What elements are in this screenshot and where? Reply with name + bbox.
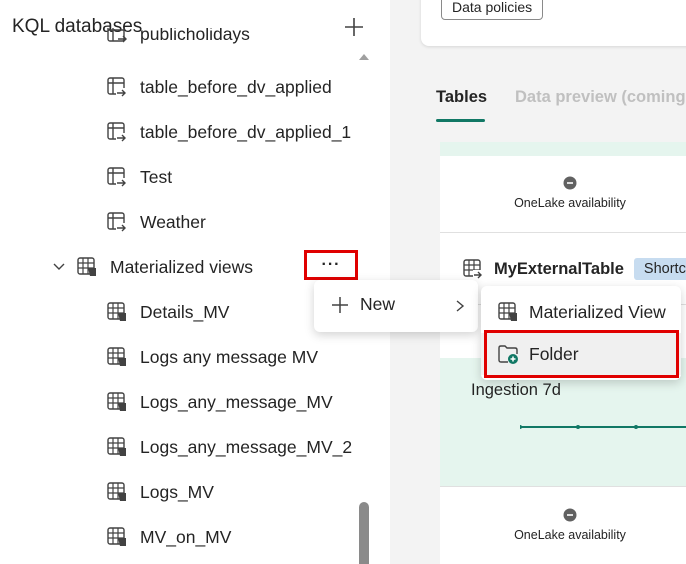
external-table-name: MyExternalTable xyxy=(494,259,624,278)
tree-item-view[interactable]: MV_on_MV xyxy=(106,517,231,557)
shortcut-table-icon xyxy=(107,122,127,142)
tab-data-preview[interactable]: Data preview (coming xyxy=(515,88,686,107)
new-submenu: Materialized View Folder xyxy=(481,286,681,380)
tree-item-table[interactable]: table_before_dv_applied xyxy=(106,67,332,107)
materialized-view-icon xyxy=(107,302,126,321)
shortcut-table-icon xyxy=(107,167,127,187)
tree-item-table[interactable]: Test xyxy=(106,157,172,197)
shortcut-table-icon xyxy=(107,77,127,97)
tree-item-label: table_before_dv_applied xyxy=(140,76,332,97)
tree-item-label: Materialized views xyxy=(110,256,253,277)
context-menu: New xyxy=(314,280,478,332)
menu-item-new-label: New xyxy=(360,294,396,314)
materialized-view-icon xyxy=(498,302,517,321)
shortcut-badge: Shortc xyxy=(633,258,686,280)
materialized-view-icon xyxy=(107,392,126,411)
ingestion-band-top xyxy=(440,142,686,156)
tree-item-label: MV_on_MV xyxy=(140,526,232,547)
menu-item-label: Materialized View xyxy=(529,301,666,322)
tree-item-label: Logs_any_message_MV xyxy=(140,391,333,412)
onelake-availability-label: OneLake availability xyxy=(514,528,626,542)
tree-item-label: Details_MV xyxy=(140,301,230,322)
chevron-down-icon[interactable] xyxy=(52,260,66,274)
menu-item-new[interactable]: New xyxy=(330,294,395,315)
tree-item-label: Logs any message MV xyxy=(140,346,319,367)
data-policies-button[interactable]: Data policies xyxy=(441,0,544,20)
materialized-view-icon xyxy=(77,257,96,276)
tree-item-view[interactable]: Logs_any_message_MV xyxy=(106,382,333,422)
shortcut-table-icon xyxy=(107,212,127,232)
tree-item-view[interactable]: Logs_any_message_MV_2 xyxy=(106,427,352,467)
menu-item-label: Folder xyxy=(529,343,579,364)
row-divider xyxy=(440,232,686,233)
more-options-button[interactable]: ··· xyxy=(304,250,358,280)
tab-tables[interactable]: Tables xyxy=(436,88,487,107)
tree-item-label: Weather xyxy=(140,211,206,232)
scroll-thumb[interactable] xyxy=(359,502,369,564)
tree-view: publicholidays table_before_dv_applied t… xyxy=(0,28,356,564)
tree-item-label: publicholidays xyxy=(140,28,250,44)
menu-item-materialized-view[interactable]: Materialized View xyxy=(481,291,681,333)
tree-item-view[interactable]: Details_MV xyxy=(106,292,229,332)
active-tab-indicator xyxy=(436,119,485,122)
tree-item-label: Logs_any_message_MV_2 xyxy=(140,436,353,457)
materialized-view-icon xyxy=(107,527,126,546)
tree-group-materialized-views[interactable]: Materialized views xyxy=(52,247,253,287)
materialized-view-icon xyxy=(107,347,126,366)
onelake-availability-block: OneLake availability xyxy=(440,492,686,562)
menu-item-folder[interactable]: Folder xyxy=(481,333,681,375)
minus-circle-icon xyxy=(563,508,577,522)
materialized-view-icon xyxy=(107,482,126,501)
scroll-up-arrow-icon[interactable] xyxy=(359,54,369,60)
more-options-label: ··· xyxy=(321,256,341,273)
tree-item-table[interactable]: Weather xyxy=(106,202,206,242)
external-table-row[interactable]: MyExternalTable Shortc xyxy=(462,256,686,282)
chevron-right-icon xyxy=(456,300,465,312)
materialized-view-icon xyxy=(107,437,126,456)
external-table-icon xyxy=(463,259,483,279)
tree-item-label: Test xyxy=(140,166,173,187)
onelake-availability-block: OneLake availability xyxy=(440,160,686,230)
folder-add-icon xyxy=(498,345,518,364)
minus-circle-icon xyxy=(563,176,577,190)
onelake-availability-label: OneLake availability xyxy=(514,196,626,210)
shortcut-table-icon xyxy=(107,28,127,43)
ingestion-sparkline xyxy=(520,425,686,429)
tree-item-clipped[interactable]: publicholidays xyxy=(106,28,250,54)
tree-item-view[interactable]: Logs_MV xyxy=(106,472,214,512)
tree-item-view[interactable]: Logs any message MV xyxy=(106,337,318,377)
tree-item-label: Logs_MV xyxy=(140,481,214,502)
ingestion-title: Ingestion 7d xyxy=(471,381,561,399)
tree-item-table[interactable]: table_before_dv_applied_1 xyxy=(106,112,351,152)
tree-item-label: table_before_dv_applied_1 xyxy=(140,121,352,142)
plus-icon xyxy=(332,296,348,313)
row-divider xyxy=(440,486,686,487)
